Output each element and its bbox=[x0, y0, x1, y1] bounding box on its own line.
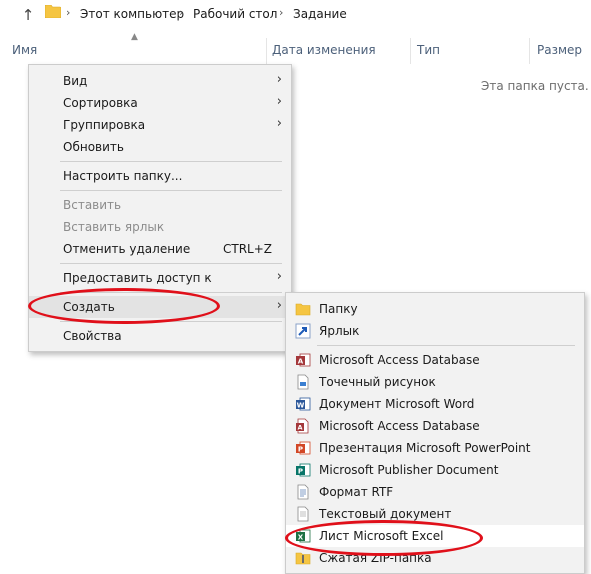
submenu-item-bitmap[interactable]: Точечный рисунок bbox=[286, 371, 584, 393]
submenu-item-label: Microsoft Publisher Document bbox=[319, 463, 499, 477]
breadcrumb-item-this-pc[interactable]: Этот компьютер bbox=[80, 7, 184, 21]
submenu-item-label: Документ Microsoft Word bbox=[319, 397, 475, 411]
up-arrow-icon[interactable]: ↑ bbox=[18, 5, 38, 25]
submenu-item-text-document[interactable]: Текстовый документ bbox=[286, 503, 584, 525]
sort-ascending-icon: ▲ bbox=[131, 32, 138, 42]
svg-text:P: P bbox=[298, 446, 303, 454]
svg-text:W: W bbox=[297, 402, 305, 410]
column-divider[interactable] bbox=[266, 38, 267, 64]
breadcrumb-separator-icon: › bbox=[279, 6, 284, 19]
shortcut-label: CTRL+Z bbox=[222, 242, 272, 256]
svg-text:X: X bbox=[298, 534, 304, 542]
access-icon: A bbox=[296, 353, 311, 367]
submenu-item-label: Лист Microsoft Excel bbox=[319, 529, 444, 543]
menu-item-refresh[interactable]: Обновить bbox=[29, 136, 291, 158]
menu-item-paste-shortcut: Вставить ярлык bbox=[29, 216, 291, 238]
chevron-right-icon: › bbox=[276, 269, 282, 284]
svg-text:A: A bbox=[298, 358, 304, 366]
submenu-item-folder[interactable]: Папку bbox=[286, 298, 584, 320]
menu-separator bbox=[60, 263, 282, 264]
menu-separator bbox=[317, 345, 575, 346]
submenu-item-label: Текстовый документ bbox=[319, 507, 452, 521]
menu-item-label: Свойства bbox=[63, 329, 122, 343]
menu-item-label: Создать bbox=[63, 300, 115, 314]
menu-item-label: Отменить удаление bbox=[63, 242, 191, 256]
submenu-item-excel-sheet[interactable]: X Лист Microsoft Excel bbox=[286, 525, 584, 547]
folder-icon bbox=[45, 5, 61, 18]
folder-icon bbox=[295, 303, 311, 316]
publisher-icon: P bbox=[296, 463, 311, 477]
address-bar: ↑ › Этот компьютер › Рабочий стол › Зада… bbox=[0, 0, 591, 30]
svg-text:A: A bbox=[297, 424, 302, 432]
menu-item-group[interactable]: Группировка › bbox=[29, 114, 291, 136]
bitmap-icon bbox=[297, 374, 309, 390]
menu-item-label: Настроить папку... bbox=[63, 169, 183, 183]
menu-item-label: Обновить bbox=[63, 140, 124, 154]
submenu-item-label: Сжатая ZIP-папка bbox=[319, 551, 432, 565]
breadcrumb-item-task[interactable]: Задание bbox=[293, 7, 347, 21]
submenu-item-powerpoint[interactable]: P Презентация Microsoft PowerPoint bbox=[286, 437, 584, 459]
column-divider[interactable] bbox=[410, 38, 411, 64]
svg-text:P: P bbox=[298, 468, 303, 476]
column-header-size[interactable]: Размер bbox=[537, 43, 582, 57]
menu-separator bbox=[60, 292, 282, 293]
menu-item-sort[interactable]: Сортировка › bbox=[29, 92, 291, 114]
menu-separator bbox=[60, 161, 282, 162]
submenu-item-word-document[interactable]: W Документ Microsoft Word bbox=[286, 393, 584, 415]
menu-item-new[interactable]: Создать › bbox=[29, 296, 291, 318]
submenu-item-label: Microsoft Access Database bbox=[319, 419, 480, 433]
chevron-right-icon: › bbox=[276, 298, 282, 313]
chevron-right-icon: › bbox=[276, 94, 282, 109]
empty-folder-message: Эта папка пуста. bbox=[481, 79, 589, 93]
shortcut-icon bbox=[295, 323, 311, 339]
submenu-item-shortcut[interactable]: Ярлык bbox=[286, 320, 584, 342]
menu-separator bbox=[60, 321, 282, 322]
chevron-right-icon: › bbox=[276, 72, 282, 87]
excel-icon: X bbox=[296, 529, 311, 543]
menu-item-view[interactable]: Вид › bbox=[29, 70, 291, 92]
breadcrumb-separator-icon: › bbox=[66, 6, 71, 19]
column-header-date[interactable]: Дата изменения bbox=[272, 43, 376, 57]
menu-separator bbox=[60, 190, 282, 191]
submenu-item-label: Точечный рисунок bbox=[319, 375, 436, 389]
submenu-item-rtf[interactable]: Формат RTF bbox=[286, 481, 584, 503]
menu-item-label: Вид bbox=[63, 74, 88, 88]
menu-item-give-access[interactable]: Предоставить доступ к › bbox=[29, 267, 291, 289]
access-icon: A bbox=[296, 418, 309, 434]
menu-item-paste: Вставить bbox=[29, 194, 291, 216]
chevron-right-icon: › bbox=[276, 116, 282, 131]
menu-item-label: Вставить ярлык bbox=[63, 220, 165, 234]
breadcrumb-item-desktop[interactable]: Рабочий стол bbox=[193, 7, 277, 21]
breadcrumb-separator-icon: › bbox=[179, 6, 184, 19]
text-document-icon bbox=[297, 506, 309, 522]
submenu-item-access-database-2[interactable]: A Microsoft Access Database bbox=[286, 415, 584, 437]
menu-item-label: Предоставить доступ к bbox=[63, 271, 212, 285]
word-icon: W bbox=[296, 397, 311, 411]
submenu-item-label: Папку bbox=[319, 302, 358, 316]
submenu-item-zip-folder[interactable]: Сжатая ZIP-папка bbox=[286, 547, 584, 569]
submenu-item-label: Формат RTF bbox=[319, 485, 394, 499]
column-header-name[interactable]: Имя bbox=[12, 43, 37, 57]
submenu-item-label: Microsoft Access Database bbox=[319, 353, 480, 367]
menu-item-label: Группировка bbox=[63, 118, 146, 132]
menu-item-properties[interactable]: Свойства bbox=[29, 325, 291, 347]
menu-item-undo-delete[interactable]: Отменить удаление CTRL+Z bbox=[29, 238, 291, 260]
column-header-type[interactable]: Тип bbox=[417, 43, 440, 57]
submenu-item-publisher[interactable]: P Microsoft Publisher Document bbox=[286, 459, 584, 481]
zip-folder-icon bbox=[295, 552, 311, 565]
column-divider[interactable] bbox=[529, 38, 530, 64]
submenu-item-label: Ярлык bbox=[319, 324, 360, 338]
submenu-item-access-database[interactable]: A Microsoft Access Database bbox=[286, 349, 584, 371]
menu-item-label: Вставить bbox=[63, 198, 122, 212]
create-submenu: Папку Ярлык A Microsoft Access Database … bbox=[285, 292, 585, 574]
powerpoint-icon: P bbox=[296, 441, 311, 455]
rtf-icon bbox=[297, 484, 309, 500]
menu-item-customize-folder[interactable]: Настроить папку... bbox=[29, 165, 291, 187]
context-menu: Вид › Сортировка › Группировка › Обновит… bbox=[28, 64, 292, 352]
submenu-item-label: Презентация Microsoft PowerPoint bbox=[319, 441, 531, 455]
menu-item-label: Сортировка bbox=[63, 96, 138, 110]
